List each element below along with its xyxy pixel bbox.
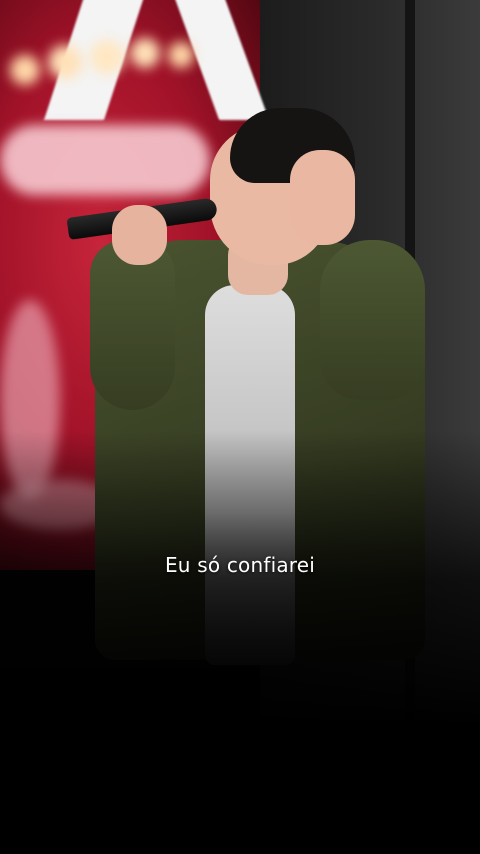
bottom-vignette — [0, 430, 480, 854]
lyric-subtitle: Eu só confiarei — [164, 553, 316, 577]
video-frame[interactable]: Eu só confiarei — [0, 0, 480, 854]
